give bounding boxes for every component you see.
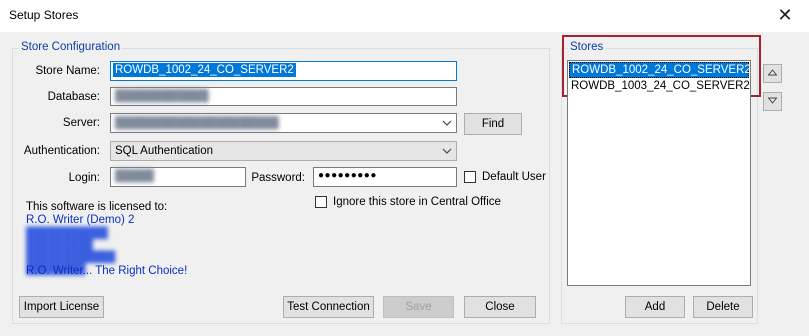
move-up-button[interactable] bbox=[763, 64, 782, 83]
store-name-input[interactable]: ROWDB_1002_24_CO_SERVER2 bbox=[110, 61, 457, 81]
close-window-button[interactable]: ✕ bbox=[772, 3, 798, 27]
find-button[interactable]: Find bbox=[464, 113, 522, 135]
store-name-value: ROWDB_1002_24_CO_SERVER2 bbox=[113, 63, 296, 77]
authentication-value: SQL Authentication bbox=[115, 145, 214, 157]
database-input[interactable]: ████████████ bbox=[110, 87, 457, 106]
server-label: Server: bbox=[62, 117, 100, 129]
server-value-redacted: █████████████████████ bbox=[115, 117, 279, 129]
password-input[interactable]: ●●●●●●●●● bbox=[313, 167, 457, 187]
database-value-redacted: ████████████ bbox=[115, 90, 209, 102]
password-value: ●●●●●●●●● bbox=[318, 170, 377, 181]
login-value-redacted: █████ bbox=[115, 170, 154, 182]
default-user-checkbox[interactable] bbox=[464, 171, 476, 183]
chevron-down-icon bbox=[442, 115, 452, 134]
move-down-button[interactable] bbox=[763, 92, 782, 111]
chevron-down-icon bbox=[442, 143, 452, 162]
password-label: Password: bbox=[251, 172, 305, 184]
save-button[interactable]: Save bbox=[383, 296, 454, 318]
authentication-label: Authentication: bbox=[23, 145, 100, 157]
ignore-store-checkbox[interactable] bbox=[315, 196, 327, 208]
list-item[interactable]: ROWDB_1003_24_CO_SERVER2 bbox=[569, 79, 750, 93]
triangle-down-icon bbox=[767, 96, 778, 106]
store-configuration-legend: Store Configuration bbox=[19, 41, 123, 53]
database-label: Database: bbox=[47, 91, 100, 103]
server-combobox[interactable]: █████████████████████ bbox=[110, 113, 457, 133]
license-heading: This software is licensed to: bbox=[26, 201, 168, 213]
add-store-button[interactable]: Add bbox=[625, 296, 685, 318]
test-connection-button[interactable]: Test Connection bbox=[283, 296, 374, 318]
window-title: Setup Stores bbox=[9, 8, 79, 22]
triangle-up-icon bbox=[767, 68, 778, 78]
license-tagline: R.O. Writer... The Right Choice! bbox=[26, 265, 188, 277]
authentication-combobox[interactable]: SQL Authentication bbox=[110, 141, 457, 161]
stores-listbox[interactable]: ROWDB_1002_24_CO_SERVER2 ROWDB_1003_24_C… bbox=[567, 60, 751, 286]
list-item[interactable]: ROWDB_1002_24_CO_SERVER2 bbox=[569, 62, 751, 78]
delete-store-button[interactable]: Delete bbox=[693, 296, 753, 318]
ignore-store-label: Ignore this store in Central Office bbox=[333, 196, 501, 208]
title-bar bbox=[0, 0, 809, 32]
close-button[interactable]: Close bbox=[464, 296, 536, 318]
store-name-label: Store Name: bbox=[35, 65, 100, 77]
login-label: Login: bbox=[68, 172, 100, 184]
license-name: R.O. Writer (Demo) 2 bbox=[26, 214, 135, 226]
import-license-button[interactable]: Import License bbox=[19, 296, 104, 318]
default-user-label: Default User bbox=[482, 171, 546, 183]
login-input[interactable]: █████ bbox=[110, 167, 246, 187]
stores-legend: Stores bbox=[568, 41, 606, 53]
